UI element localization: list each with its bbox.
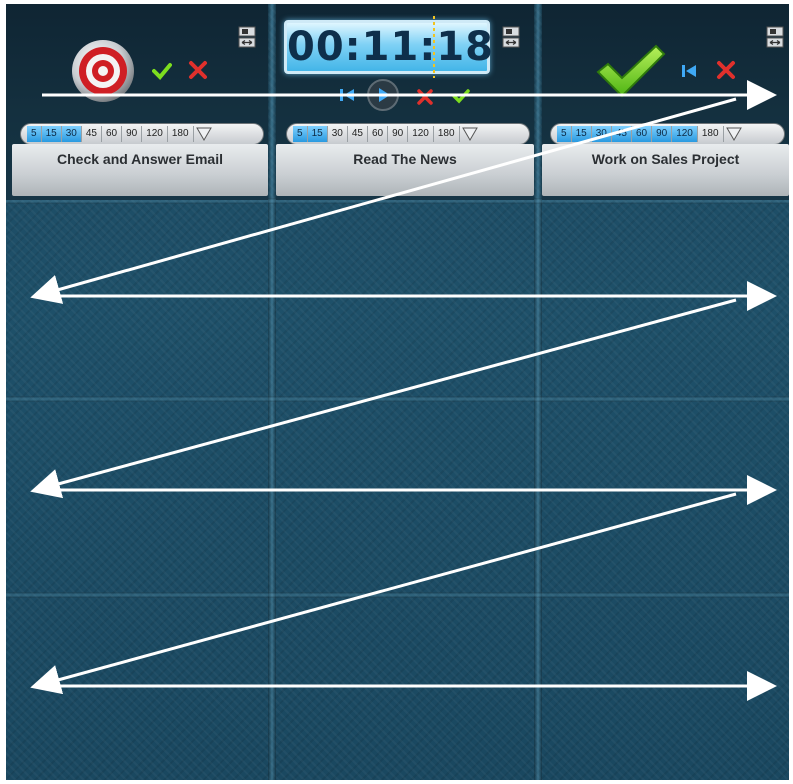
zigzag-arrows-overlay	[30, 80, 777, 701]
arrow-diagonal	[30, 97, 737, 304]
arrow-diagonal	[30, 492, 737, 695]
task-board: 5 15 30 45 60 90 120 180 Check and Answer Email…	[6, 4, 789, 780]
arrow-diagonal	[30, 298, 737, 499]
